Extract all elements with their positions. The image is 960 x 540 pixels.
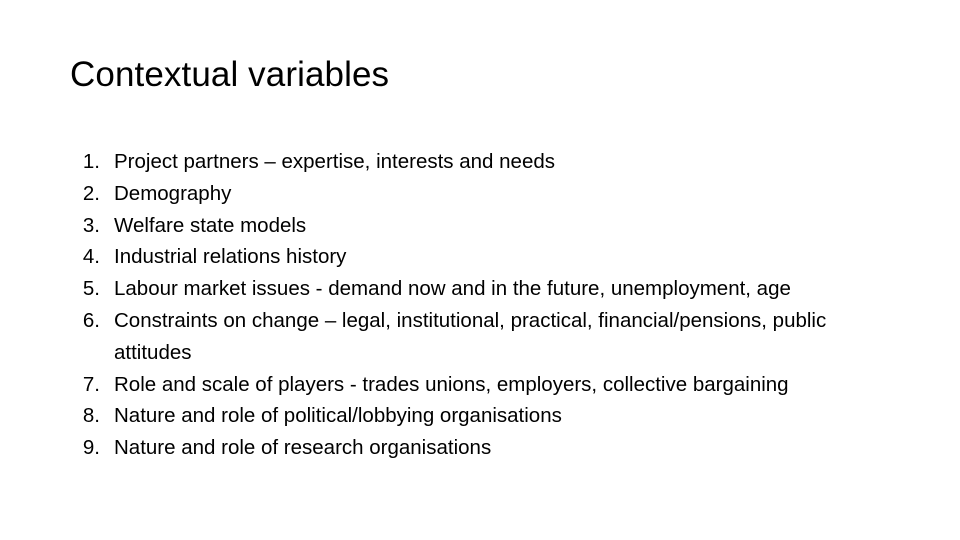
list-item: 9. Nature and role of research organisat… xyxy=(70,432,900,464)
list-item-number: 7. xyxy=(82,372,100,396)
list-item-label: Constraints on change – legal, instituti… xyxy=(114,308,827,364)
list-item-number: 2. xyxy=(82,181,100,205)
list-item-label: Demography xyxy=(114,181,232,205)
list-item-number: 9. xyxy=(82,436,100,460)
page-title: Contextual variables xyxy=(70,55,390,94)
list-item-label: Role and scale of players - trades union… xyxy=(114,372,789,396)
list-item-label: Industrial relations history xyxy=(114,245,347,269)
list-item-number: 8. xyxy=(82,404,100,428)
list-item-label: Nature and role of political/lobbying or… xyxy=(114,404,562,428)
list-item-number: 4. xyxy=(82,245,100,269)
list-item: 6. Constraints on change – legal, instit… xyxy=(70,305,900,369)
list-item: 5. Labour market issues - demand now and… xyxy=(70,273,900,305)
list-item: 3. Welfare state models xyxy=(70,210,900,242)
list-item-number: 1. xyxy=(82,150,100,173)
list-item: 7. Role and scale of players - trades un… xyxy=(70,369,900,401)
slide-canvas: Contextual variables 1. Project partners… xyxy=(0,0,960,540)
list-item: 8. Nature and role of political/lobbying… xyxy=(70,400,900,432)
list-item-number: 5. xyxy=(82,277,100,301)
list-item-label: Labour market issues - demand now and in… xyxy=(114,277,791,301)
list-item-label: Nature and role of research organisation… xyxy=(114,436,492,460)
list-item-label: Welfare state models xyxy=(114,213,307,237)
list-item: 4. Industrial relations history xyxy=(70,241,900,273)
list-item: 2. Demography xyxy=(70,178,900,210)
contextual-variables-list: 1. Project partners – expertise, interes… xyxy=(70,146,900,464)
list-item-number: 3. xyxy=(82,213,100,237)
list-item: 1. Project partners – expertise, interes… xyxy=(70,146,900,178)
list-item-label: Project partners – expertise, interests … xyxy=(114,150,555,173)
list-item-number: 6. xyxy=(82,308,100,332)
